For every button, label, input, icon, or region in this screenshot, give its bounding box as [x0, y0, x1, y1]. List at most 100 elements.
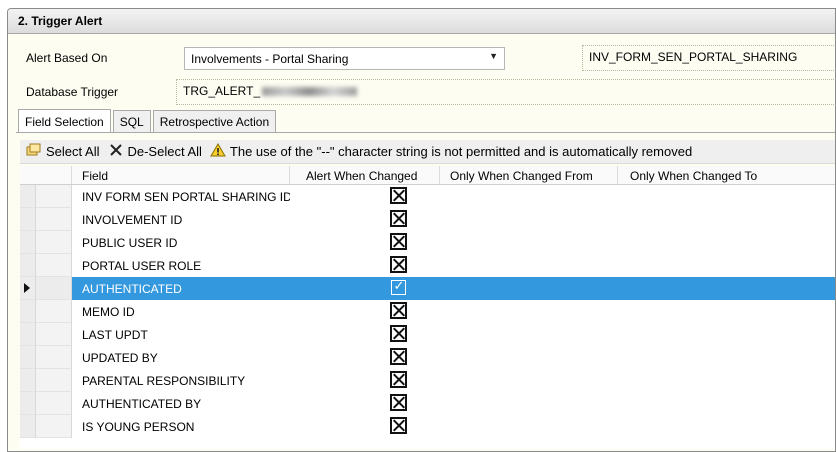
row-header: [36, 254, 72, 277]
row-selector[interactable]: [20, 231, 36, 254]
alert-when-changed-cell: [290, 300, 506, 323]
table-row[interactable]: INVOLVEMENT ID: [20, 208, 835, 231]
alert-when-changed-checkbox[interactable]: [389, 394, 407, 411]
deselect-all-button[interactable]: De-Select All: [109, 143, 202, 160]
field-name-cell: MEMO ID: [82, 305, 135, 319]
table-row[interactable]: UPDATED BY: [20, 346, 835, 369]
changed-from-to-cells[interactable]: [506, 300, 835, 323]
select-all-button[interactable]: Select All: [26, 143, 99, 160]
tab-sql[interactable]: SQL: [112, 110, 151, 132]
field-name-cell: PORTAL USER ROLE: [82, 259, 202, 273]
column-header-changed-from[interactable]: Only When Changed From: [440, 166, 618, 184]
database-trigger-label: Database Trigger: [26, 85, 119, 99]
row-selector[interactable]: [20, 346, 36, 369]
field-name-cell: UPDATED BY: [82, 351, 158, 365]
row-selector[interactable]: [20, 277, 36, 300]
trigger-alert-panel: 2. Trigger Alert Alert Based On Involvem…: [7, 8, 836, 452]
row-selector[interactable]: [20, 208, 36, 231]
tab-divider: [16, 132, 835, 133]
table-row[interactable]: INV FORM SEN PORTAL SHARING ID: [20, 185, 835, 208]
row-selector[interactable]: [20, 415, 36, 438]
table-row[interactable]: LAST UPDT: [20, 323, 835, 346]
close-icon: [109, 143, 123, 160]
field-grid: Field Alert When Changed Only When Chang…: [20, 166, 835, 449]
row-header: [36, 415, 72, 438]
row-header: [36, 231, 72, 254]
alert-when-changed-cell: [290, 346, 506, 369]
tab-retrospective-action[interactable]: Retrospective Action: [152, 110, 277, 132]
deselect-all-label: De-Select All: [127, 144, 202, 159]
alert-when-changed-cell: [290, 185, 506, 208]
alert-when-changed-cell: ✓: [290, 277, 506, 300]
field-name-cell: AUTHENTICATED BY: [82, 397, 202, 411]
changed-from-to-cells[interactable]: [506, 392, 835, 415]
table-row[interactable]: MEMO ID: [20, 300, 835, 323]
alert-when-changed-cell: [290, 369, 506, 392]
row-header: [36, 323, 72, 346]
row-selector[interactable]: [20, 392, 36, 415]
row-selector[interactable]: [20, 185, 36, 208]
alert-when-changed-checkbox[interactable]: [389, 233, 407, 250]
table-row[interactable]: PORTAL USER ROLE: [20, 254, 835, 277]
chevron-down-icon[interactable]: ▼: [489, 51, 498, 61]
changed-from-to-cells[interactable]: [506, 231, 835, 254]
field-name-cell: AUTHENTICATED: [82, 282, 182, 296]
alert-when-changed-cell: [290, 254, 506, 277]
alert-when-changed-checkbox[interactable]: [389, 187, 407, 204]
alert-when-changed-checkbox[interactable]: [389, 371, 407, 388]
changed-from-to-cells[interactable]: [506, 346, 835, 369]
table-row[interactable]: AUTHENTICATED BY: [20, 392, 835, 415]
table-row[interactable]: PUBLIC USER ID: [20, 231, 835, 254]
row-selector[interactable]: [20, 300, 36, 323]
alert-based-on-code-field: INV_FORM_SEN_PORTAL_SHARING: [582, 45, 835, 71]
warning-message: The use of the "--" character string is …: [210, 143, 692, 160]
row-header: [36, 300, 72, 323]
row-header: [36, 277, 72, 300]
alert-when-changed-checkbox[interactable]: [389, 256, 407, 273]
changed-from-to-cells[interactable]: [506, 323, 835, 346]
alert-when-changed-cell: [290, 415, 506, 438]
alert-based-on-code: INV_FORM_SEN_PORTAL_SHARING: [589, 50, 798, 64]
field-name-cell: INV FORM SEN PORTAL SHARING ID: [82, 190, 290, 204]
changed-from-to-cells[interactable]: [506, 415, 835, 438]
database-trigger-value: TRG_ALERT_: [183, 84, 261, 98]
grid-body: INV FORM SEN PORTAL SHARING ID INVOLVEMEN…: [20, 185, 835, 438]
alert-based-on-dropdown[interactable]: Involvements - Portal Sharing ▼: [184, 47, 505, 70]
alert-based-on-value: Involvements - Portal Sharing: [191, 52, 349, 66]
grid-header: Field Alert When Changed Only When Chang…: [20, 166, 835, 185]
alert-when-changed-checkbox[interactable]: [389, 348, 407, 365]
alert-when-changed-cell: [290, 392, 506, 415]
field-name-cell: PARENTAL RESPONSIBILITY: [82, 374, 246, 388]
row-header: [36, 346, 72, 369]
table-row[interactable]: AUTHENTICATED ✓: [20, 277, 835, 300]
alert-when-changed-checkbox[interactable]: [389, 302, 407, 319]
table-row[interactable]: IS YOUNG PERSON: [20, 415, 835, 438]
table-row[interactable]: PARENTAL RESPONSIBILITY: [20, 369, 835, 392]
column-header-field[interactable]: Field: [72, 166, 290, 184]
field-name-cell: IS YOUNG PERSON: [82, 420, 195, 434]
tab-bar: Field Selection SQL Retrospective Action: [18, 109, 278, 132]
alert-when-changed-cell: [290, 323, 506, 346]
column-header-changed-to[interactable]: Only When Changed To: [618, 166, 835, 184]
changed-from-to-cells[interactable]: [506, 277, 835, 300]
changed-from-to-cells[interactable]: [506, 208, 835, 231]
row-selector[interactable]: [20, 323, 36, 346]
column-header-alert-when-changed[interactable]: Alert When Changed: [290, 166, 440, 184]
field-name-cell: PUBLIC USER ID: [82, 236, 178, 250]
trigger-form: Alert Based On Involvements - Portal Sha…: [16, 41, 835, 110]
changed-from-to-cells[interactable]: [506, 185, 835, 208]
database-trigger-field: TRG_ALERT_: [176, 79, 835, 105]
row-selector[interactable]: [20, 369, 36, 392]
row-selector[interactable]: [20, 254, 36, 277]
alert-based-on-label: Alert Based On: [26, 51, 108, 65]
alert-when-changed-checkbox[interactable]: [389, 417, 407, 434]
alert-when-changed-checkbox[interactable]: [389, 325, 407, 342]
select-all-label: Select All: [46, 144, 100, 159]
alert-when-changed-checkbox[interactable]: [389, 210, 407, 227]
alert-when-changed-cell: [290, 231, 506, 254]
alert-when-changed-checkbox-checked[interactable]: ✓: [390, 278, 406, 295]
field-name-cell: LAST UPDT: [82, 328, 148, 342]
tab-field-selection[interactable]: Field Selection: [18, 109, 111, 132]
changed-from-to-cells[interactable]: [506, 369, 835, 392]
changed-from-to-cells[interactable]: [506, 254, 835, 277]
